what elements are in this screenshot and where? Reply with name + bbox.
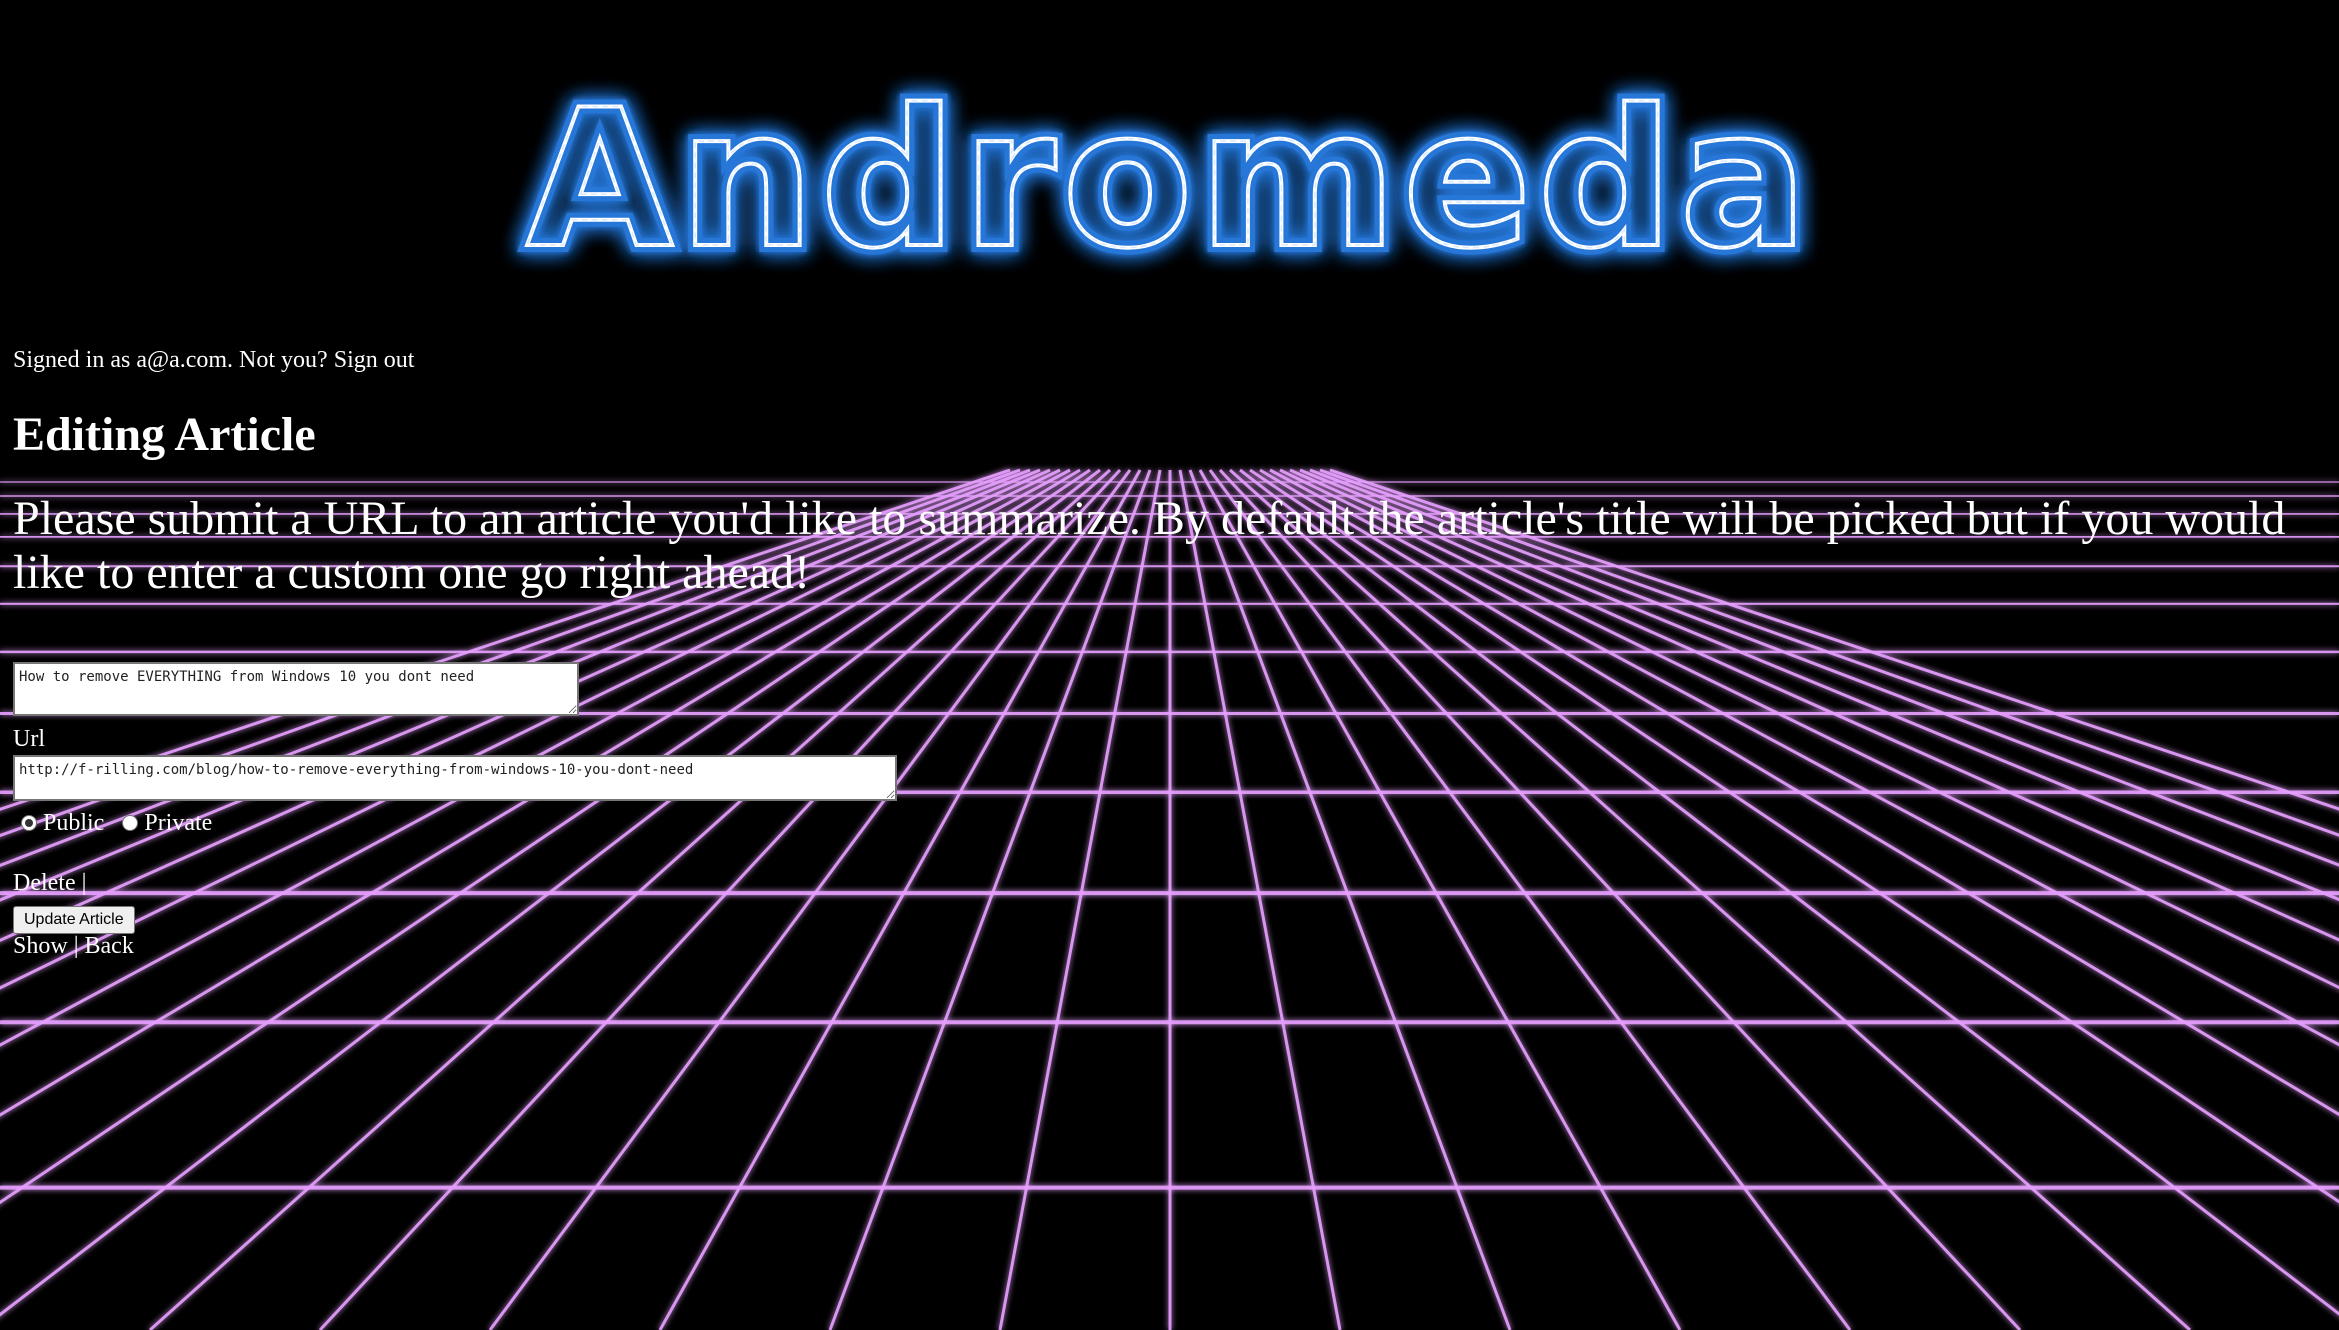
svg-text:Andromeda: Andromeda bbox=[526, 69, 1814, 290]
update-article-button[interactable]: Update Article bbox=[13, 906, 135, 934]
page-title: Editing Article bbox=[13, 408, 316, 461]
visibility-radio-group: Public Private bbox=[13, 808, 222, 838]
nav-separator: | bbox=[73, 933, 79, 959]
title-field[interactable]: How to remove EVERYTHING from Windows 10… bbox=[13, 662, 579, 716]
signed-in-status: Signed in as a@a.com. Not you? Sign out bbox=[13, 344, 414, 376]
intro-text: Please submit a URL to an article you'd … bbox=[13, 492, 2286, 599]
show-link[interactable]: Show bbox=[13, 933, 68, 959]
url-label: Url bbox=[13, 726, 45, 752]
andromeda-logo: Andromeda Andromeda Andromeda bbox=[519, 62, 1815, 297]
sign-out-link[interactable]: Sign out bbox=[334, 347, 415, 373]
delete-separator: | bbox=[81, 870, 87, 896]
url-field[interactable]: http://f-rilling.com/blog/how-to-remove-… bbox=[13, 755, 897, 801]
bottom-nav: Show | Back bbox=[13, 931, 134, 961]
back-link[interactable]: Back bbox=[85, 933, 134, 959]
signed-in-text: Signed in as a@a.com. Not you? bbox=[13, 347, 328, 373]
delete-row: Delete | bbox=[13, 868, 86, 898]
private-radio[interactable] bbox=[122, 815, 139, 831]
public-radio[interactable] bbox=[21, 815, 37, 831]
private-radio-label[interactable]: Private bbox=[144, 808, 212, 838]
delete-link[interactable]: Delete bbox=[13, 870, 76, 896]
public-radio-label[interactable]: Public bbox=[43, 808, 104, 838]
